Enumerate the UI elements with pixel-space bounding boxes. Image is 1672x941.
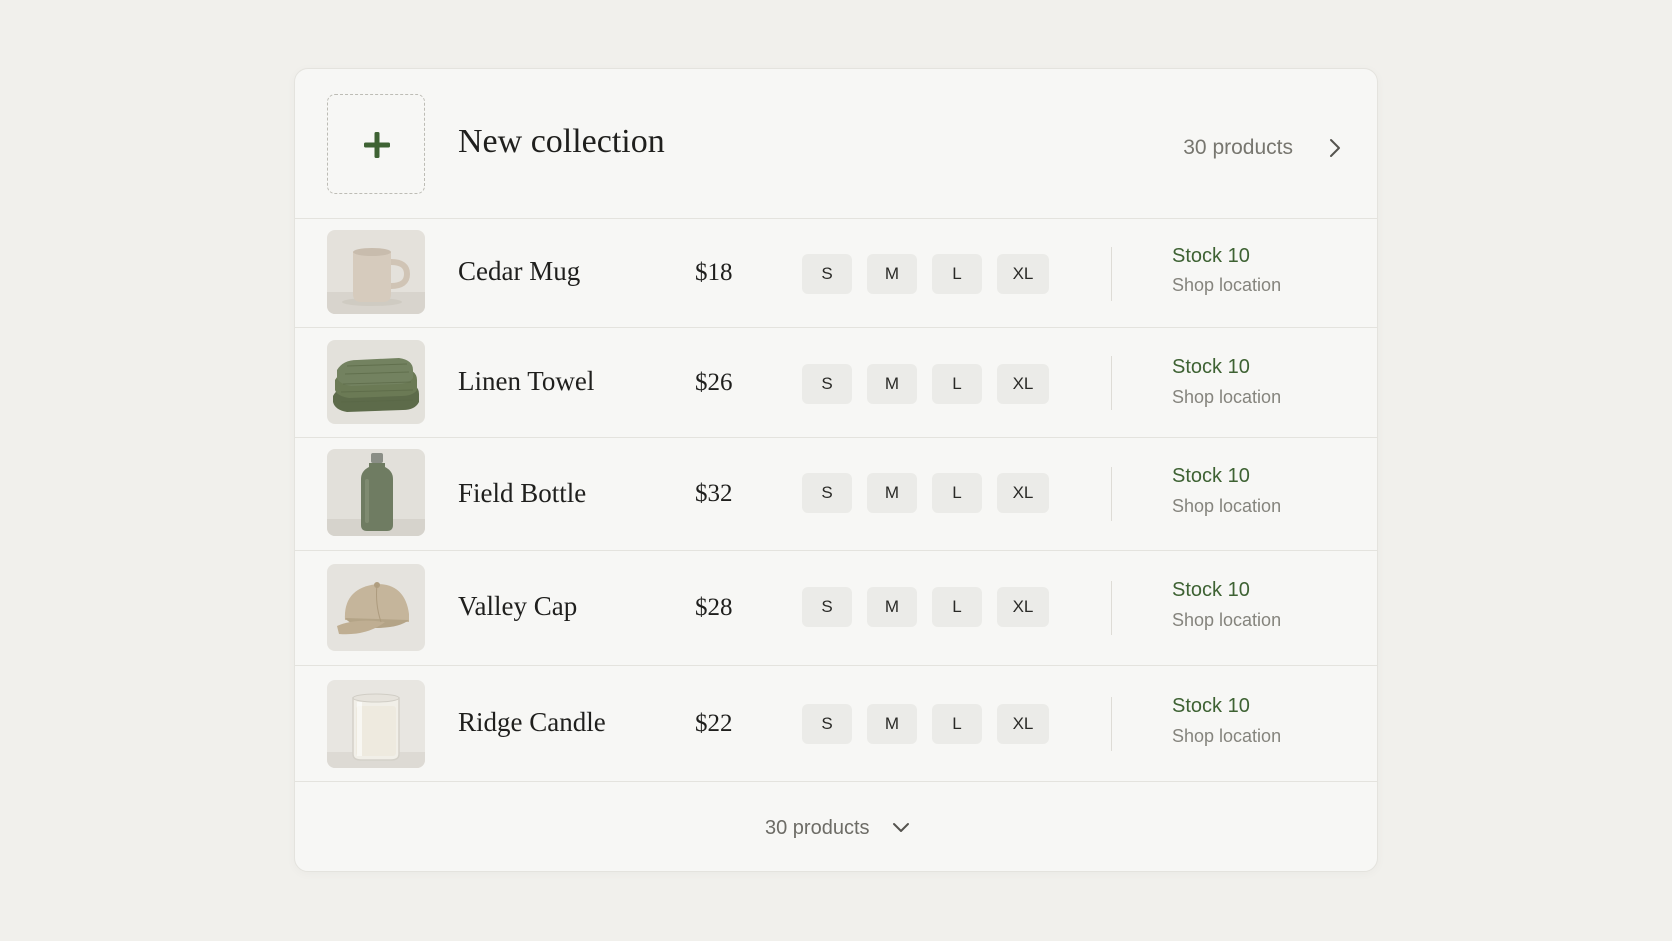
stock-count: Stock 10 xyxy=(1172,579,1250,601)
stock-location: Shop location xyxy=(1172,726,1282,746)
size-options: S M L XL xyxy=(802,473,1049,513)
mug-image xyxy=(327,230,425,314)
size-option-m[interactable]: M xyxy=(867,473,917,513)
product-thumbnail xyxy=(327,564,425,651)
size-options: S M L XL xyxy=(802,587,1049,627)
divider xyxy=(1111,697,1112,751)
size-option-m[interactable]: M xyxy=(867,254,917,294)
size-options: S M L XL xyxy=(802,364,1049,404)
stock-count: Stock 10 xyxy=(1172,695,1250,717)
stock-count: Stock 10 xyxy=(1172,356,1250,378)
size-option-xl[interactable]: XL xyxy=(997,254,1049,294)
size-option-m[interactable]: M xyxy=(867,704,917,744)
product-name: Ridge Candle xyxy=(458,707,606,737)
product-thumbnail xyxy=(327,680,425,768)
divider xyxy=(1111,247,1112,301)
product-price: $22 xyxy=(695,710,733,737)
product-name: Linen Towel xyxy=(458,366,595,396)
size-options: S M L XL xyxy=(802,704,1049,744)
stock-location: Shop location xyxy=(1172,387,1282,407)
product-row[interactable]: Linen Towel $26 S M L XL Stock 10 Shop l… xyxy=(295,328,1377,438)
collection-title: New collection xyxy=(458,123,665,160)
stock-count: Stock 10 xyxy=(1172,465,1250,487)
product-price: $32 xyxy=(695,480,733,507)
size-option-l[interactable]: L xyxy=(932,587,982,627)
towel-image xyxy=(327,340,425,424)
stock-location: Shop location xyxy=(1172,496,1282,516)
size-option-xl[interactable]: XL xyxy=(997,473,1049,513)
size-option-xl[interactable]: XL xyxy=(997,704,1049,744)
product-price: $26 xyxy=(695,369,733,396)
product-row[interactable]: Valley Cap $28 S M L XL Stock 10 Shop lo… xyxy=(295,551,1377,666)
size-option-s[interactable]: S xyxy=(802,704,852,744)
size-option-s[interactable]: S xyxy=(802,473,852,513)
collection-product-count: 30 products xyxy=(1183,136,1293,159)
size-option-l[interactable]: L xyxy=(932,364,982,404)
bottle-image xyxy=(327,449,425,536)
size-option-m[interactable]: M xyxy=(867,587,917,627)
size-option-l[interactable]: L xyxy=(932,473,982,513)
product-thumbnail xyxy=(327,340,425,424)
add-product-button[interactable] xyxy=(327,94,425,194)
product-price: $28 xyxy=(695,594,733,621)
divider xyxy=(1111,356,1112,410)
show-all-products-button[interactable]: 30 products xyxy=(295,782,1377,871)
product-name: Field Bottle xyxy=(458,478,587,508)
size-option-l[interactable]: L xyxy=(932,704,982,744)
stock-location: Shop location xyxy=(1172,275,1282,295)
product-name: Valley Cap xyxy=(458,591,578,621)
product-price: $18 xyxy=(695,259,733,286)
chevron-right-icon[interactable] xyxy=(1321,134,1349,162)
collection-card: New collection 30 products Cedar Mug $18… xyxy=(294,68,1378,872)
size-option-xl[interactable]: XL xyxy=(997,587,1049,627)
footer-product-count: 30 products xyxy=(765,817,870,839)
stock-location: Shop location xyxy=(1172,610,1282,630)
divider xyxy=(1111,581,1112,635)
candle-image xyxy=(327,680,425,768)
divider xyxy=(1111,467,1112,521)
cap-image xyxy=(327,564,425,651)
product-name: Cedar Mug xyxy=(458,256,581,286)
size-option-m[interactable]: M xyxy=(867,364,917,404)
collection-header[interactable]: New collection 30 products xyxy=(295,69,1377,219)
product-thumbnail xyxy=(327,449,425,536)
size-options: S M L XL xyxy=(802,254,1049,294)
size-option-s[interactable]: S xyxy=(802,364,852,404)
plus-icon xyxy=(364,132,390,158)
product-row[interactable]: Ridge Candle $22 S M L XL Stock 10 Shop … xyxy=(295,666,1377,782)
product-row[interactable]: Cedar Mug $18 S M L XL Stock 10 Shop loc… xyxy=(295,219,1377,328)
product-thumbnail xyxy=(327,230,425,314)
size-option-s[interactable]: S xyxy=(802,587,852,627)
size-option-s[interactable]: S xyxy=(802,254,852,294)
size-option-xl[interactable]: XL xyxy=(997,364,1049,404)
product-row[interactable]: Field Bottle $32 S M L XL Stock 10 Shop … xyxy=(295,438,1377,551)
stock-count: Stock 10 xyxy=(1172,245,1250,267)
chevron-down-icon xyxy=(893,823,909,832)
size-option-l[interactable]: L xyxy=(932,254,982,294)
